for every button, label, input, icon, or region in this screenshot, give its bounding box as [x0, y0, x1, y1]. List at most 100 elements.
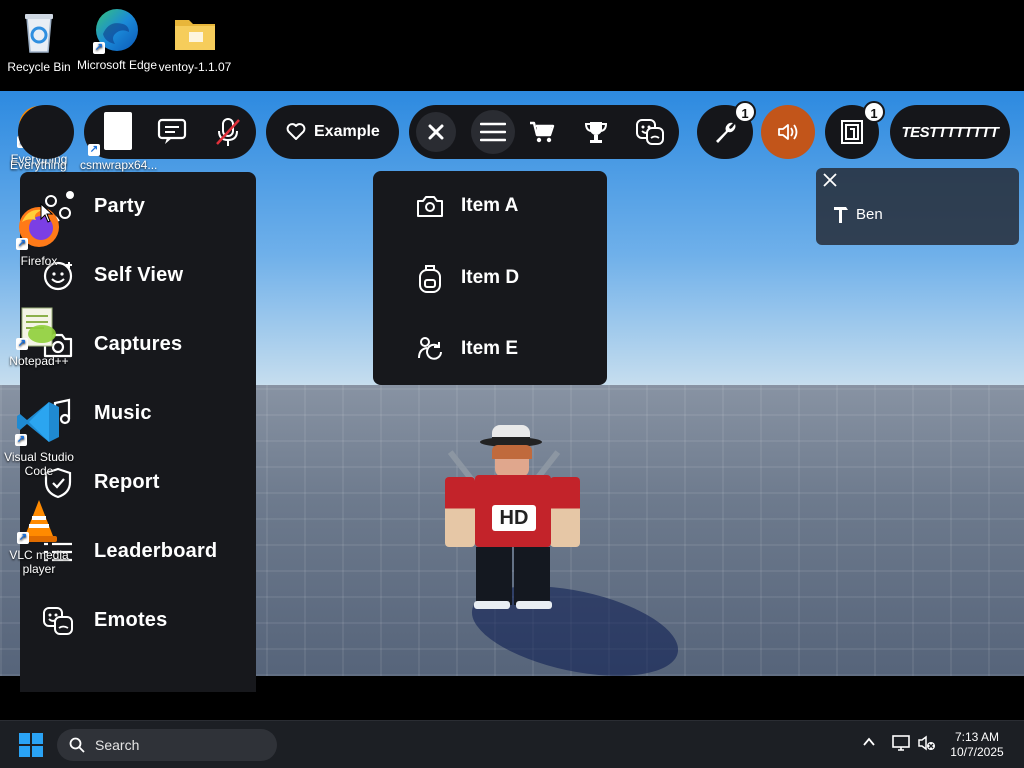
mouse-cursor-icon — [40, 203, 54, 223]
desktop-icon-label: Firefox — [20, 254, 58, 268]
roblox-menu-pill[interactable] — [18, 105, 74, 159]
speaker-muted-icon — [918, 735, 935, 751]
folder-icon — [171, 8, 219, 56]
volume-button[interactable] — [761, 105, 815, 159]
dropdown-item-e[interactable]: Item E — [373, 314, 607, 384]
emotes-icon — [636, 119, 664, 145]
refresh-person-icon — [415, 334, 445, 364]
shop-button[interactable] — [515, 105, 569, 159]
desktop-icon-recycle-bin[interactable]: Recycle Bin — [0, 8, 81, 74]
edge-icon: ↗ — [93, 6, 141, 54]
dropdown-item-d[interactable]: Item D — [373, 243, 607, 313]
shirt-logo: HD — [492, 505, 536, 531]
start-button[interactable] — [19, 733, 43, 757]
close-menu-button[interactable] — [416, 112, 456, 152]
menu-item-label: Music — [94, 402, 152, 424]
clock-date: 10/7/2025 — [950, 745, 1004, 759]
shortcut-arrow-icon: ↗ — [17, 532, 29, 544]
chat-icon — [157, 118, 187, 144]
chevron-up-icon — [863, 737, 875, 746]
camera-icon — [415, 194, 445, 218]
search-icon — [69, 737, 85, 753]
mic-muted-icon — [216, 118, 240, 146]
dropdown-item-label: Item E — [461, 338, 519, 359]
menu-item-label: Leaderboard — [94, 540, 218, 562]
tools-button[interactable]: 1 — [697, 101, 756, 159]
example-label: Example — [314, 123, 380, 140]
cart-icon — [530, 121, 555, 143]
shortcut-arrow-icon: ↗ — [15, 434, 27, 446]
desktop-icon-label: Recycle Bin — [7, 60, 71, 74]
desktop-label-everything: Everything — [10, 158, 67, 172]
file-icon: ↗ — [88, 110, 132, 156]
desktop-label-csmwrap: csmwrapx64... — [80, 158, 158, 172]
desktop-icon-label: VLC media player — [9, 548, 69, 576]
clock[interactable]: 7:13 AM 10/7/2025 — [945, 730, 1009, 760]
file-button[interactable]: ↗ — [84, 105, 144, 159]
menu-item-label: Party — [94, 195, 146, 217]
firefox-icon: ↗ — [16, 204, 62, 250]
emotes-button[interactable] — [623, 105, 677, 159]
windows-logo-icon — [19, 733, 43, 757]
dropdown-item-label: Item A — [461, 195, 519, 216]
menu-item-emotes[interactable]: Emotes — [20, 586, 256, 655]
username-button[interactable]: TESTTTTTTTT — [890, 105, 1010, 159]
backpack-icon — [415, 262, 445, 294]
desktop-icon-label: ventoy-1.1.07 — [158, 60, 232, 74]
shortcut-arrow-icon: ↗ — [88, 144, 100, 156]
close-icon — [428, 124, 444, 140]
menu-item-label: Report — [94, 471, 160, 493]
shortcut-arrow-icon: ↗ — [16, 238, 28, 250]
close-notification-button[interactable] — [822, 172, 840, 190]
inventory-button[interactable]: 1 — [825, 101, 885, 159]
dropdown-item-a[interactable]: Item A — [373, 171, 607, 241]
menu-item-label: Captures — [94, 333, 183, 355]
chat-button[interactable] — [144, 105, 200, 159]
desktop-icon-label: Microsoft Edge — [76, 58, 158, 72]
menu-item-label: Self View — [94, 264, 184, 286]
recycle-bin-icon — [15, 8, 63, 56]
desktop-icon-label: Notepad++ — [9, 354, 69, 368]
wrench-icon — [716, 122, 736, 143]
shortcut-arrow-icon: ↗ — [16, 338, 28, 350]
hamburger-button[interactable] — [471, 110, 515, 154]
vlc-icon: ↗ — [17, 498, 61, 544]
main-menu-pill — [409, 105, 679, 159]
avatar[interactable]: HD — [440, 425, 590, 625]
emotes-icon — [40, 603, 76, 639]
tray-overflow-button[interactable] — [862, 735, 876, 754]
dropdown-item-label: Item D — [461, 267, 520, 288]
network-button[interactable] — [891, 734, 911, 757]
menu-item-label: Emotes — [94, 609, 168, 631]
trophy-icon — [584, 122, 608, 143]
desktop-icon-microsoft-edge[interactable]: ↗ Microsoft Edge — [75, 6, 159, 72]
speaker-icon — [778, 124, 798, 140]
notepadpp-icon: ↗ — [16, 304, 62, 350]
taskbar-search[interactable]: Search — [57, 729, 277, 761]
inventory-icon — [841, 120, 863, 144]
desktop-icon-notepadpp[interactable]: ↗ Notepad++ — [0, 304, 81, 368]
mic-button[interactable] — [200, 105, 256, 159]
desktop-icon-ventoy[interactable]: ventoy-1.1.07 — [153, 8, 237, 74]
screen: Recycle Bin ↗ Microsoft Edge ventoy-1.1.… — [0, 0, 1024, 768]
volume-tray-button[interactable] — [917, 734, 937, 757]
desktop-icon-vscode[interactable]: ↗ Visual Studio Code — [0, 398, 81, 478]
tools-badge: 1 — [734, 101, 756, 123]
items-dropdown: Item A Item D Item E — [373, 171, 607, 385]
heart-icon — [286, 123, 306, 140]
vscode-icon: ↗ — [15, 398, 63, 446]
player-notification: Ben — [816, 168, 1019, 245]
chat-voice-pill: ↗ — [84, 105, 256, 159]
hammer-icon — [834, 207, 848, 223]
username-label: TESTTTTTTTT — [901, 123, 999, 141]
close-icon — [823, 173, 837, 187]
inventory-badge: 1 — [863, 101, 885, 123]
achievements-button[interactable] — [569, 105, 623, 159]
notification-name: Ben — [856, 205, 883, 223]
desktop-icon-vlc[interactable]: ↗ VLC media player — [0, 498, 81, 576]
desktop-icon-label: Visual Studio Code — [4, 450, 74, 478]
hamburger-icon — [480, 122, 506, 142]
example-button[interactable]: Example — [266, 105, 399, 159]
network-icon — [892, 735, 910, 751]
clock-time: 7:13 AM — [954, 730, 1000, 744]
